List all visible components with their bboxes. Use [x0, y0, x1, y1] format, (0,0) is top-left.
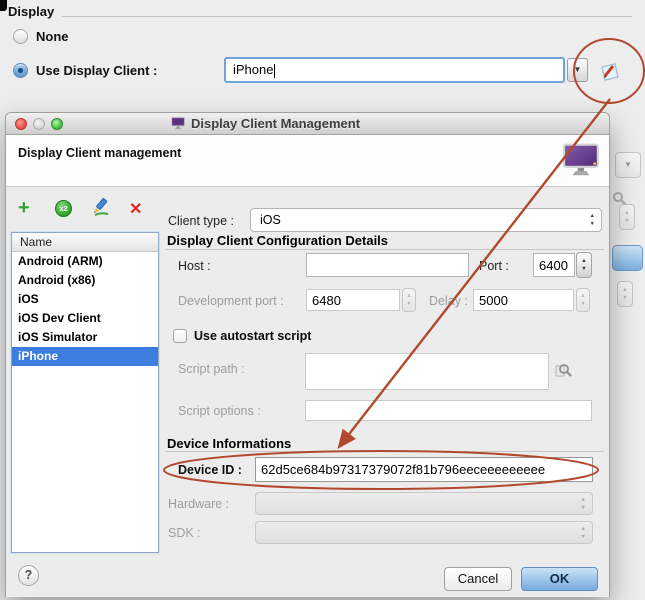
hardware-popup[interactable]: ▲▼: [255, 492, 593, 515]
delete-x-icon: ✕: [129, 201, 142, 218]
close-window-button[interactable]: [15, 118, 27, 130]
delay-label: Delay :: [429, 294, 468, 308]
stepper-down-icon: ▼: [590, 221, 595, 227]
list-item[interactable]: iOS Dev Client: [12, 309, 158, 328]
dialog-header-band: Display Client management: [6, 135, 609, 187]
background-stepper[interactable]: ▲ ▼: [619, 204, 635, 230]
screenshot-corner-artifact: [0, 0, 7, 11]
dialog-header-title: Display Client management: [18, 146, 181, 160]
edit-client-button[interactable]: [91, 197, 110, 216]
display-client-management-window: Display Client Management Display Client…: [5, 112, 610, 597]
display-group-separator: [62, 16, 632, 17]
zoom-window-button[interactable]: [51, 118, 63, 130]
list-item[interactable]: Android (ARM): [12, 252, 158, 271]
script-options-label: Script options :: [178, 404, 261, 418]
add-client-button[interactable]: +: [18, 197, 30, 220]
stepper-down-icon: ▼: [622, 294, 627, 302]
background-dropdown-button[interactable]: ▼: [615, 152, 641, 178]
stepper-up-icon: ▲: [406, 292, 411, 300]
background-stepper[interactable]: ▲ ▼: [617, 281, 633, 307]
list-item[interactable]: iOS Simulator: [12, 328, 158, 347]
stepper-down-icon: ▼: [406, 300, 411, 308]
delay-input[interactable]: [473, 289, 574, 311]
duplicate-x2-icon: x2: [59, 204, 67, 213]
duplicate-client-button[interactable]: x2: [55, 200, 72, 217]
list-item-selected[interactable]: iPhone: [12, 347, 158, 366]
stepper-up-icon: ▲: [624, 209, 629, 217]
client-type-label: Client type :: [168, 214, 234, 228]
stepper-down-icon: ▼: [624, 217, 629, 225]
host-label: Host :: [178, 259, 211, 273]
list-item[interactable]: iOS: [12, 290, 158, 309]
sdk-popup[interactable]: ▲▼: [255, 521, 593, 544]
background-blue-button[interactable]: [612, 245, 643, 271]
use-autostart-checkbox[interactable]: [173, 329, 187, 343]
config-section-title: Display Client Configuration Details: [167, 233, 388, 248]
edit-client-icon[interactable]: [597, 59, 622, 84]
display-group-title: Display: [8, 4, 54, 19]
script-options-input[interactable]: [305, 400, 592, 421]
device-id-input[interactable]: [255, 457, 593, 482]
display-client-combo-dropdown-button[interactable]: ▼: [567, 58, 588, 82]
device-id-label: Device ID :: [178, 463, 242, 477]
browse-script-icon[interactable]: [555, 362, 572, 379]
stepper-up-icon: ▲: [581, 525, 586, 531]
script-path-label: Script path :: [178, 362, 245, 376]
stepper-down-icon: ▼: [581, 265, 586, 273]
stepper-up-icon: ▲: [580, 292, 585, 300]
use-autostart-label: Use autostart script: [194, 329, 311, 343]
plus-icon: +: [18, 197, 30, 219]
client-list: Name Android (ARM) Android (x86) iOS iOS…: [11, 232, 159, 553]
delete-client-button[interactable]: ✕: [129, 199, 142, 219]
stepper-down-icon: ▼: [581, 534, 586, 540]
port-label: Port :: [479, 259, 509, 273]
window-title: Display Client Management: [191, 116, 360, 131]
host-input[interactable]: [306, 253, 469, 277]
port-input[interactable]: [533, 253, 575, 277]
client-type-popup[interactable]: iOS ▲ ▼: [250, 208, 602, 232]
radio-none[interactable]: [13, 29, 28, 44]
help-button[interactable]: ?: [18, 565, 39, 586]
chevron-down-icon: ▼: [574, 65, 582, 74]
delay-stepper[interactable]: ▲ ▼: [576, 288, 590, 312]
window-titlebar[interactable]: Display Client Management: [6, 113, 609, 135]
dev-port-input[interactable]: [306, 289, 400, 311]
stepper-down-icon: ▼: [581, 505, 586, 511]
dev-port-stepper[interactable]: ▲ ▼: [402, 288, 416, 312]
script-path-input[interactable]: [305, 353, 549, 390]
radio-use-display-client-label: Use Display Client :: [36, 63, 157, 78]
list-item[interactable]: Android (x86): [12, 271, 158, 290]
config-section-separator: [166, 249, 604, 250]
chevron-down-icon: ▼: [624, 160, 632, 169]
port-stepper[interactable]: ▲ ▼: [576, 252, 592, 278]
client-list-header[interactable]: Name: [12, 233, 158, 252]
question-mark-icon: ?: [25, 568, 33, 582]
monitor-icon: [563, 143, 601, 178]
cancel-button[interactable]: Cancel: [444, 567, 512, 591]
dev-port-label: Development port :: [178, 294, 284, 308]
radio-none-label: None: [36, 29, 69, 44]
display-client-combo[interactable]: iPhone: [224, 57, 565, 83]
screen: Display None Use Display Client : iPhone…: [0, 0, 645, 600]
text-caret: [274, 64, 275, 78]
stepper-up-icon: ▲: [581, 496, 586, 502]
client-type-value: iOS: [260, 213, 281, 227]
device-section-title: Device Informations: [167, 436, 291, 451]
stepper-up-icon: ▲: [622, 286, 627, 294]
display-client-combo-value: iPhone: [233, 62, 273, 77]
radio-use-display-client[interactable]: [13, 63, 28, 78]
stepper-up-icon: ▲: [581, 257, 586, 265]
stepper-up-icon: ▲: [590, 213, 595, 219]
ok-button[interactable]: OK: [521, 567, 598, 591]
device-section-separator: [166, 451, 604, 452]
stepper-down-icon: ▼: [580, 300, 585, 308]
hardware-label: Hardware :: [168, 497, 229, 511]
monitor-icon: [171, 117, 186, 130]
sdk-label: SDK :: [168, 526, 201, 540]
minimize-window-button[interactable]: [33, 118, 45, 130]
